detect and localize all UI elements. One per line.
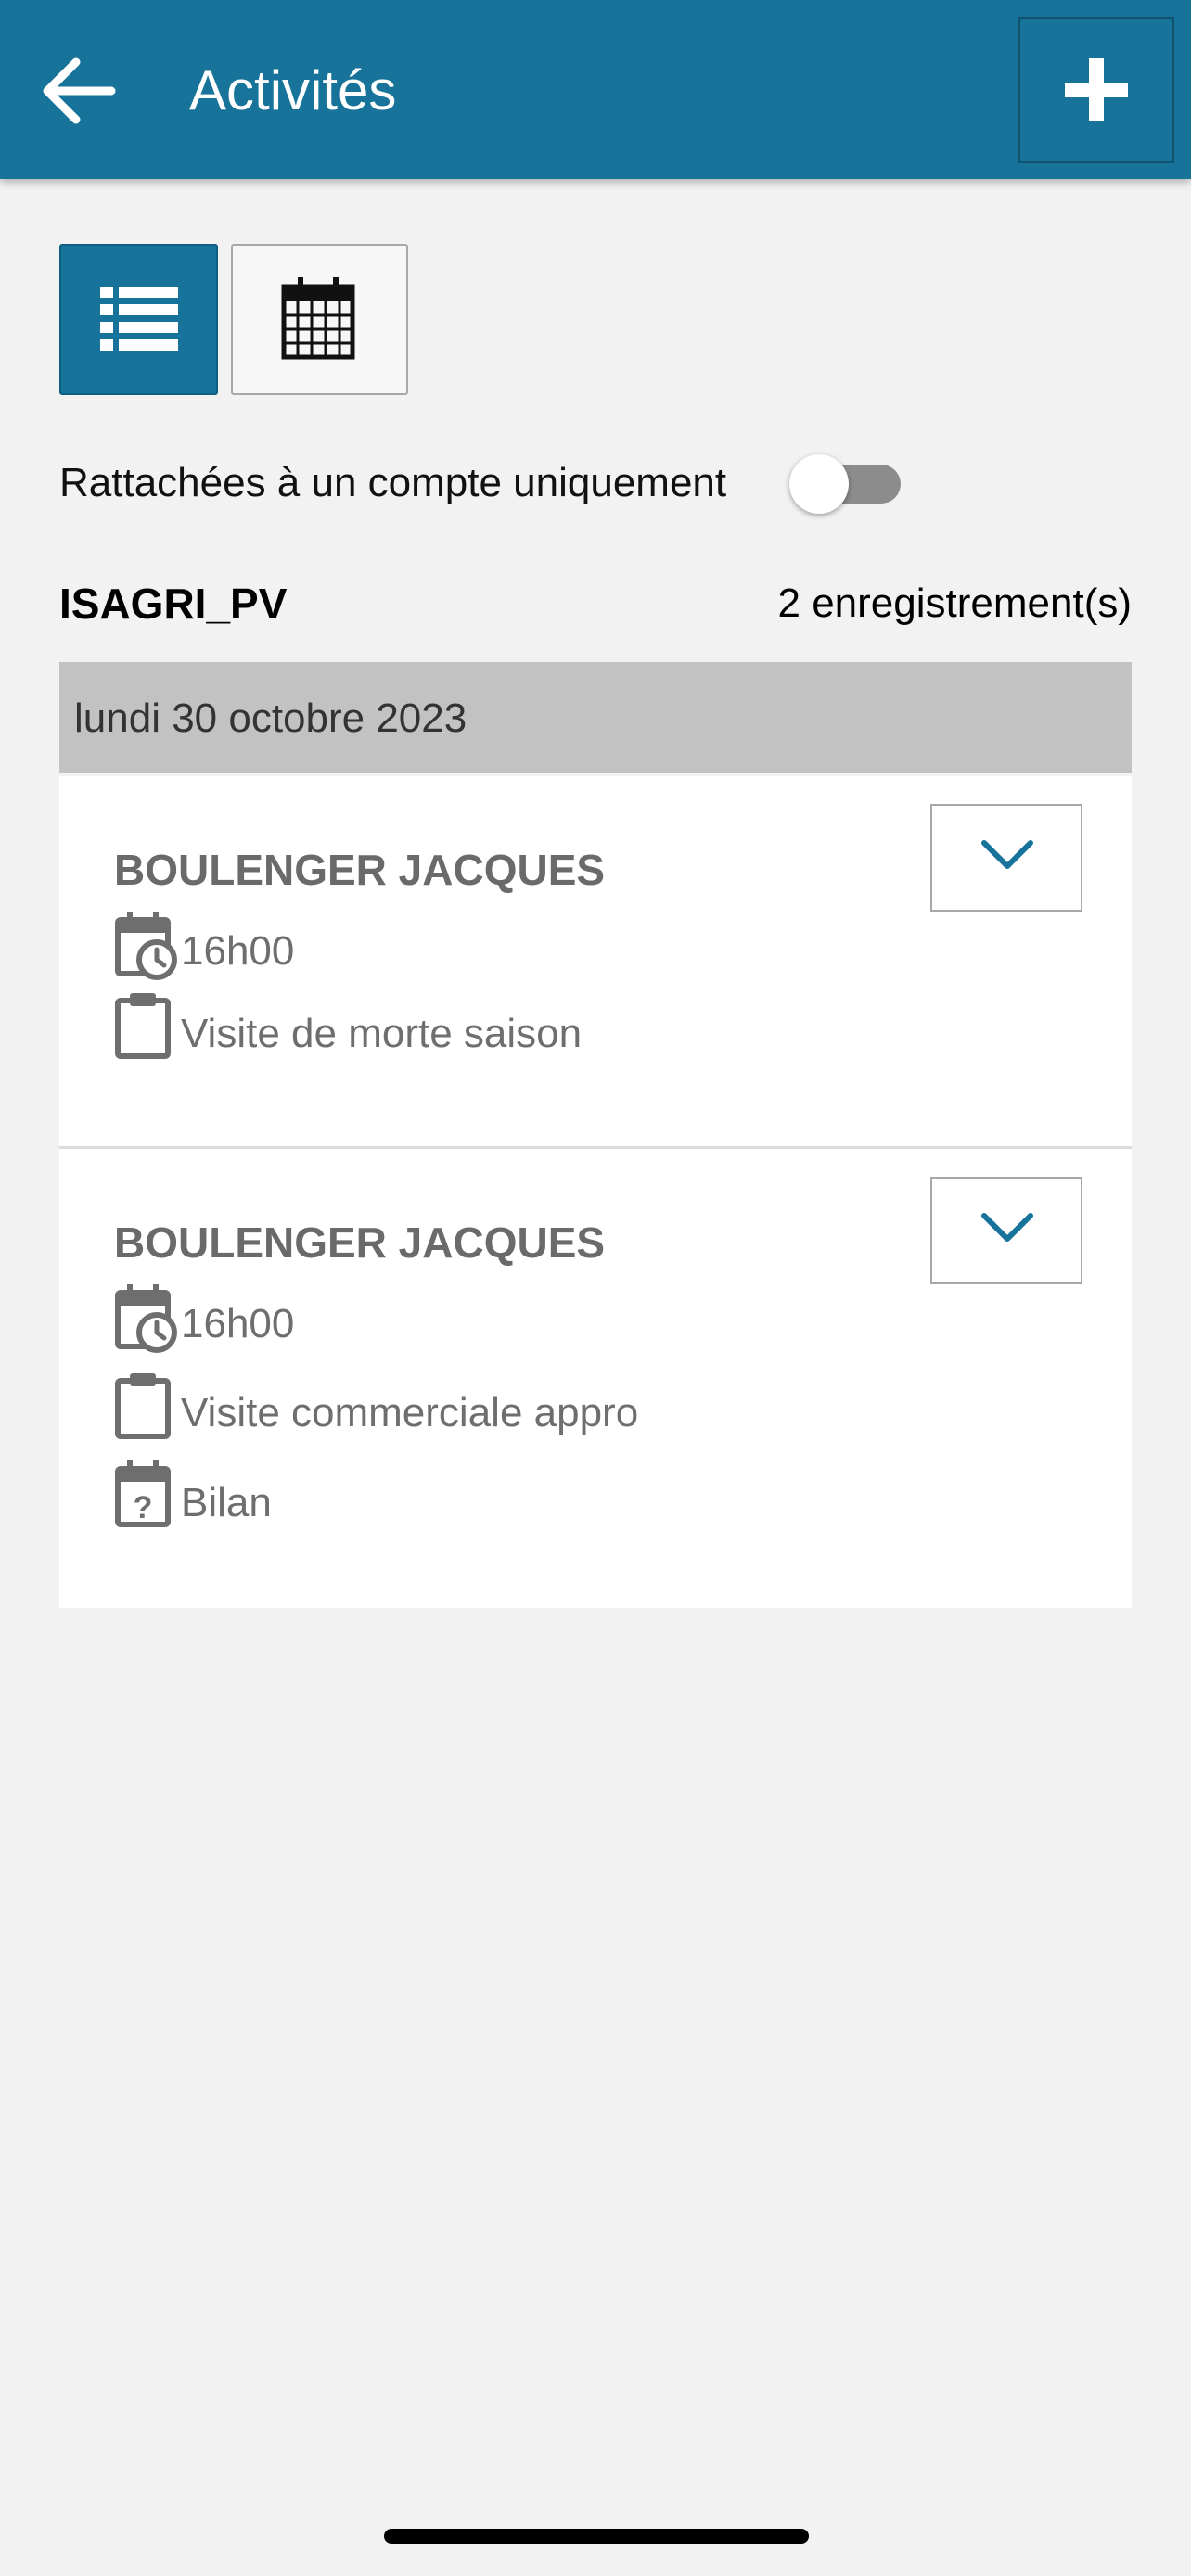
- expand-button[interactable]: [930, 1177, 1082, 1284]
- clipboard-icon: [115, 993, 171, 1059]
- activity-card[interactable]: BOULENGER JACQUES 16h00 Visite commercia…: [59, 1149, 1132, 1608]
- activity-subject: Bilan: [181, 1480, 272, 1525]
- expand-button[interactable]: [930, 804, 1082, 912]
- account-name: ISAGRI_PV: [59, 580, 288, 628]
- home-indicator[interactable]: [384, 2529, 809, 2544]
- activity-type: Visite commerciale appro: [181, 1390, 639, 1435]
- chevron-down-icon: [981, 840, 1033, 869]
- activity-contact: BOULENGER JACQUES: [114, 846, 606, 894]
- activity-type: Visite de morte saison: [181, 1011, 583, 1056]
- calendar-view-button[interactable]: [231, 244, 408, 395]
- chevron-down-icon: [981, 1213, 1033, 1242]
- account-filter-toggle[interactable]: [789, 454, 901, 514]
- calendar-clock-icon: [115, 912, 177, 980]
- date-group-header: lundi 30 octobre 2023: [59, 662, 1132, 773]
- page-title: Activités: [189, 59, 397, 121]
- activity-contact: BOULENGER JACQUES: [114, 1218, 606, 1267]
- plus-icon: [1065, 58, 1128, 121]
- list-view-button[interactable]: [59, 244, 218, 395]
- toggle-knob: [789, 454, 849, 514]
- back-button[interactable]: [39, 51, 119, 131]
- list-icon: [100, 287, 178, 351]
- arrow-left-icon: [43, 57, 116, 124]
- activity-time: 16h00: [181, 1301, 295, 1346]
- svg-text:?: ?: [134, 1490, 153, 1525]
- clipboard-icon: [115, 1373, 171, 1439]
- activity-card[interactable]: BOULENGER JACQUES 16h00 Visite de morte …: [59, 776, 1132, 1149]
- activity-time: 16h00: [181, 928, 295, 974]
- calendar-question-icon: ?: [115, 1460, 171, 1527]
- add-activity-button[interactable]: [1018, 17, 1174, 163]
- record-count: 2 enregistrement(s): [777, 580, 1132, 626]
- account-filter-label: Rattachées à un compte uniquement: [59, 460, 727, 505]
- calendar-clock-icon: [115, 1284, 177, 1353]
- calendar-icon: [281, 277, 355, 360]
- app-bar: Activités: [0, 0, 1191, 179]
